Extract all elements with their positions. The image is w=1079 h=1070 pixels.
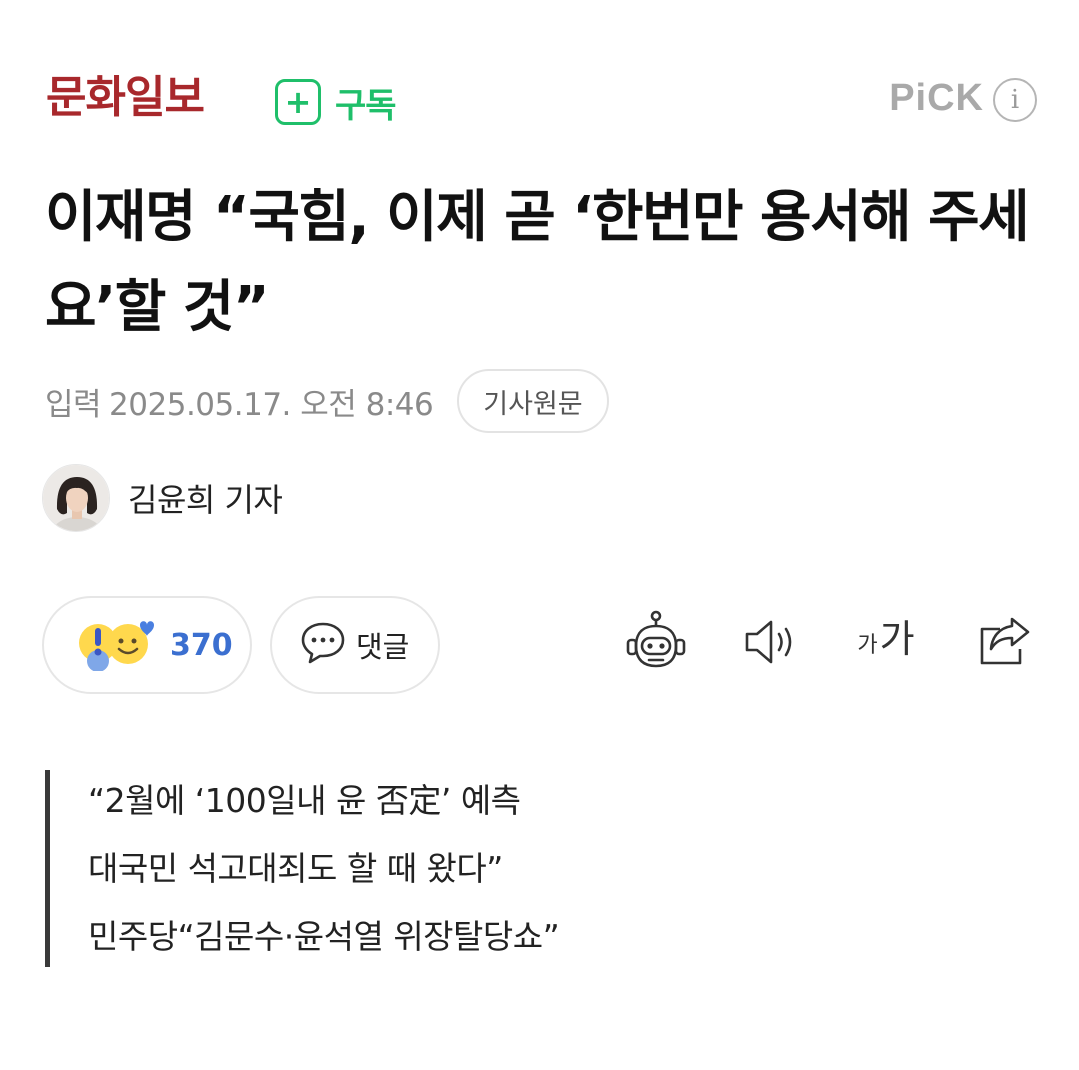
robot-icon xyxy=(624,610,688,678)
speech-bubble-icon xyxy=(300,620,346,670)
speaker-icon xyxy=(741,617,801,671)
press-logo[interactable]: 문화일보 xyxy=(46,68,205,128)
article-meta: 입력 2025.05.17. 오전 8:46 기사원문 xyxy=(45,368,609,434)
font-size-small: 가 xyxy=(857,633,878,658)
summary-line: 민주당“김문수·윤석열 위장탈당쇼” xyxy=(88,917,560,956)
share-icon xyxy=(974,615,1034,673)
article-title: 이재명 “국힘, 이제 곧 ‘한번만 용서해 주세요’할 것” xyxy=(45,185,1030,340)
article-date: 2025.05.17. 오전 8:46 xyxy=(109,386,434,423)
article-header: 문화일보 + 구독 PiCK i xyxy=(0,0,1079,150)
pick-badge: PiCK xyxy=(889,77,984,119)
share-button[interactable] xyxy=(972,608,1036,680)
reaction-count: 370 xyxy=(170,627,233,663)
summary-line: “2월에 ‘100일내 윤 否定’ 예측 xyxy=(88,781,521,820)
reaction-button[interactable]: 370 xyxy=(42,596,252,694)
avatar xyxy=(42,464,110,532)
article-summary: “2월에 ‘100일내 윤 否定’ 예측 대국민 석고대죄도 할 때 왔다” 민… xyxy=(45,770,745,967)
author-name: 김윤희 기자 xyxy=(128,481,283,519)
subscribe-label: 구독 xyxy=(335,85,397,126)
summary-line: 대국민 석고대죄도 할 때 왔다” xyxy=(88,849,503,888)
tts-button[interactable] xyxy=(738,608,804,680)
font-size-large: 가 xyxy=(879,617,915,661)
font-size-button[interactable]: 가 가 xyxy=(850,608,922,680)
ai-summary-button[interactable] xyxy=(620,608,692,680)
plus-icon: + xyxy=(275,79,321,125)
author-info[interactable]: 김윤희 기자 xyxy=(42,464,283,532)
input-label: 입력 xyxy=(45,386,102,423)
reaction-emoji-icon xyxy=(74,615,166,675)
comment-label: 댓글 xyxy=(356,630,410,664)
subscribe-button[interactable]: + 구독 xyxy=(275,74,397,130)
info-icon[interactable]: i xyxy=(993,78,1037,122)
original-article-button[interactable]: 기사원문 xyxy=(457,369,609,433)
comment-button[interactable]: 댓글 xyxy=(270,596,440,694)
